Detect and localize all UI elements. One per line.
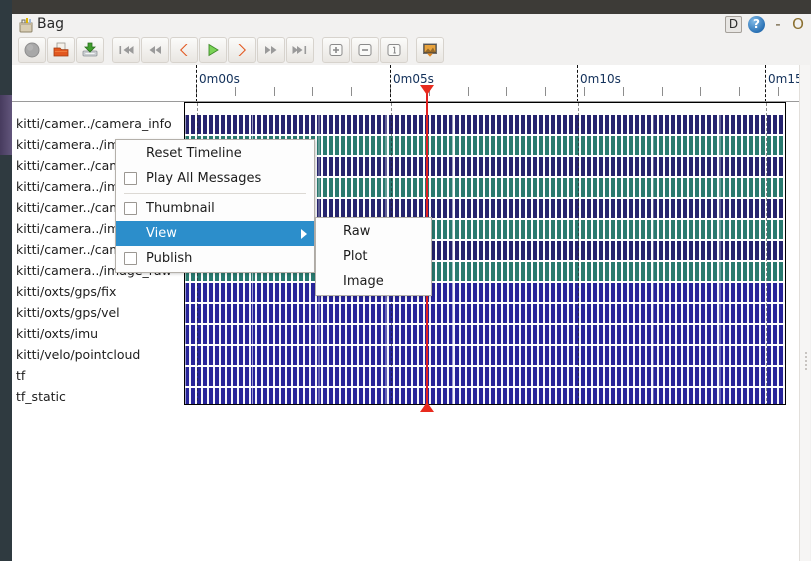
next-frame-button[interactable]: [228, 37, 256, 63]
view-submenu-item[interactable]: Raw: [316, 219, 431, 244]
context-menu-item[interactable]: Play All Messages: [116, 166, 314, 191]
vertical-scrollbar[interactable]: [799, 65, 810, 561]
rewind-button[interactable]: [141, 37, 169, 63]
context-menu-item-label: Publish: [146, 251, 193, 266]
view-submenu-item[interactable]: Image: [316, 269, 431, 294]
context-menu-item[interactable]: Thumbnail: [116, 196, 314, 221]
message-band[interactable]: [185, 115, 785, 134]
context-menu-item-label: Play All Messages: [146, 171, 262, 186]
zoom-out-button[interactable]: [351, 37, 379, 63]
menu-separator: [124, 193, 306, 194]
context-menu-item-label: Thumbnail: [146, 201, 215, 216]
window-titlebar: Bag D ? - O: [12, 14, 811, 35]
window-title: Bag: [37, 16, 65, 32]
timeline-ruler[interactable]: 0m00s 0m05s 0m10s 0m15s: [12, 65, 800, 102]
minimize-button[interactable]: -: [771, 16, 785, 33]
message-band[interactable]: [185, 304, 785, 323]
view-submenu-item[interactable]: Plot: [316, 244, 431, 269]
detach-button[interactable]: D: [725, 16, 742, 33]
skip-to-end-button[interactable]: [286, 37, 314, 63]
zoom-in-button[interactable]: [322, 37, 350, 63]
context-menu-item[interactable]: Reset Timeline: [116, 141, 314, 166]
close-button[interactable]: O: [791, 16, 805, 33]
ruler-minor-tick: [700, 87, 701, 96]
bag-application-window: Bag D ? - O 0m00s 0m05s 0m10s 0m15 kitti…: [12, 14, 811, 561]
band-dash-line: [578, 103, 579, 404]
message-band[interactable]: [185, 388, 785, 404]
ruler-minor-tick: [545, 87, 546, 96]
zoom-reset-button[interactable]: [380, 37, 408, 63]
desktop-launcher-bar[interactable]: [0, 0, 12, 561]
ruler-time-label: 0m00s: [199, 72, 240, 86]
ruler-minor-tick: [468, 87, 469, 96]
help-icon[interactable]: ?: [748, 16, 765, 33]
checkbox-icon[interactable]: [124, 202, 137, 215]
window-controls: D ? - O: [725, 15, 805, 34]
ruler-minor-tick: [274, 87, 275, 96]
record-button[interactable]: [18, 37, 46, 63]
band-dash-line: [766, 103, 767, 404]
playhead-top-marker[interactable]: [420, 85, 434, 95]
track-label[interactable]: kitti/oxts/imu: [16, 323, 98, 344]
ruler-time-label: 0m10s: [580, 72, 621, 86]
context-menu-item[interactable]: View: [116, 221, 314, 246]
context-menu-item-label: View: [146, 226, 177, 241]
message-band[interactable]: [185, 325, 785, 344]
message-band[interactable]: [185, 283, 785, 302]
track-label[interactable]: kitti/oxts/gps/vel: [16, 302, 120, 323]
checkbox-icon[interactable]: [124, 252, 137, 265]
ruler-minor-tick: [312, 87, 313, 96]
launcher-accent-highlight: [0, 95, 12, 155]
ruler-minor-tick: [778, 87, 779, 96]
ruler-time-label: 0m05s: [393, 72, 434, 86]
context-menu-item[interactable]: Publish: [116, 246, 314, 271]
checkbox-icon[interactable]: [124, 172, 137, 185]
view-submenu[interactable]: Raw Plot Image: [315, 217, 432, 296]
ruler-minor-tick: [584, 87, 585, 96]
track-label[interactable]: kitti/velo/pointcloud: [16, 344, 140, 365]
track-label[interactable]: kitti/oxts/gps/fix: [16, 281, 116, 302]
scrollbar-grip[interactable]: [803, 350, 808, 372]
open-folder-button[interactable]: [47, 37, 75, 63]
save-disk-button[interactable]: [76, 37, 104, 63]
thumbnail-image-button[interactable]: [416, 37, 444, 63]
bag-icon: [18, 17, 34, 33]
playhead-bottom-marker[interactable]: [420, 402, 434, 412]
timeline-context-menu[interactable]: Reset Timeline Play All Messages Thumbnail…: [115, 139, 315, 273]
message-band[interactable]: [185, 367, 785, 386]
ruler-time-label: 0m15s: [768, 72, 800, 86]
playback-toolbar: [12, 35, 811, 65]
screen: Bag D ? - O 0m00s 0m05s 0m10s 0m15 kitti…: [0, 0, 811, 561]
ruler-minor-tick: [506, 87, 507, 96]
ruler-minor-tick: [623, 87, 624, 96]
context-menu-item-label: Reset Timeline: [146, 146, 242, 161]
ruler-minor-tick: [235, 87, 236, 96]
message-band[interactable]: [185, 346, 785, 365]
track-label[interactable]: kitti/camer../camera_info: [16, 113, 172, 134]
track-label[interactable]: tf_static: [16, 386, 66, 407]
desktop-top-panel: [0, 0, 811, 14]
ruler-minor-tick: [662, 87, 663, 96]
ruler-minor-tick: [351, 87, 352, 96]
fast-forward-button[interactable]: [257, 37, 285, 63]
previous-frame-button[interactable]: [170, 37, 198, 63]
play-button[interactable]: [199, 37, 227, 63]
chevron-right-icon: [301, 229, 307, 239]
track-label[interactable]: tf: [16, 365, 25, 386]
ruler-minor-tick: [739, 87, 740, 96]
skip-to-start-button[interactable]: [112, 37, 140, 63]
